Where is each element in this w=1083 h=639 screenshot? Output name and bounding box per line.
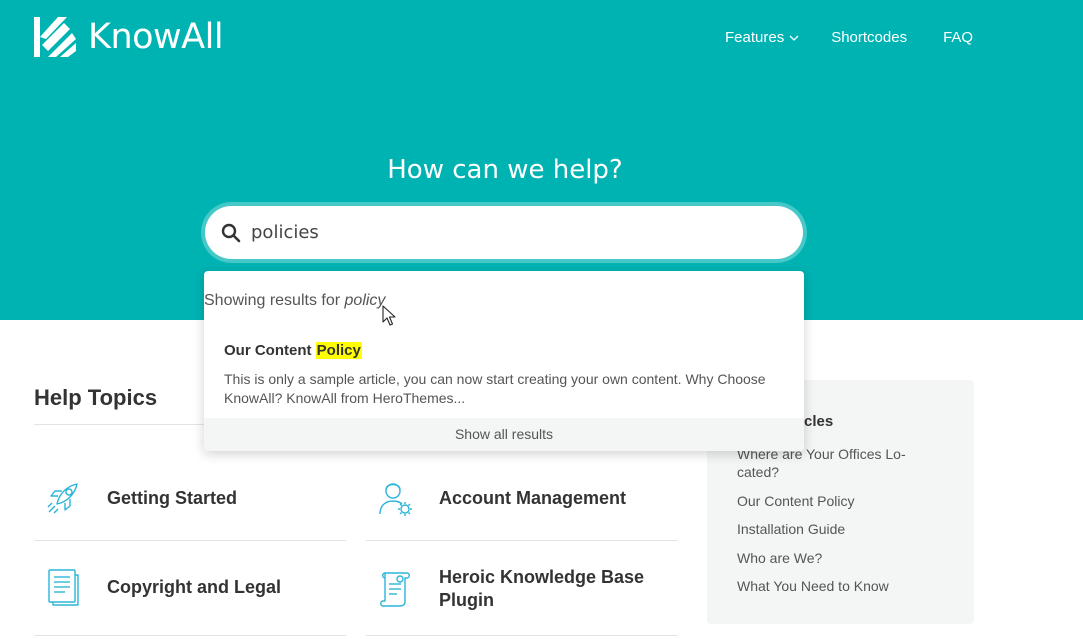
search-icon <box>221 223 241 242</box>
search-result-item[interactable]: Our Content Policy This is only a sample… <box>224 341 784 408</box>
site-logo-text: KnowAll <box>88 17 224 57</box>
sidebar-article-link[interactable]: Who are We? <box>737 549 937 567</box>
show-all-results-button[interactable]: Show all results <box>204 418 804 451</box>
topic-divider <box>366 635 678 636</box>
search-result-title: Our Content Policy <box>224 341 784 361</box>
search-results-dropdown: Showing results for policy Our Content P… <box>204 271 804 451</box>
help-topics-title: Help Topics <box>34 385 158 410</box>
results-term: policy <box>344 292 386 309</box>
search-result-excerpt: This is only a sample article, you can n… <box>224 371 766 406</box>
topic-label: Copyright and Legal <box>107 576 282 597</box>
nav-shortcodes[interactable]: Shortcodes <box>831 28 907 48</box>
topic-label: Getting Started <box>107 487 238 508</box>
search-wrapper <box>201 202 807 263</box>
hero-title: How can we help? <box>387 155 623 185</box>
topic-divider <box>34 540 346 541</box>
knowall-logo-icon <box>34 17 76 57</box>
main-nav: Features Shortcodes FAQ <box>725 28 973 48</box>
nav-shortcodes-label: Shortcodes <box>831 29 908 46</box>
sidebar-article-link[interactable]: What You Need to Know <box>737 577 937 595</box>
topic-label: Heroic Knowledge Base Plugin <box>439 567 645 610</box>
topic-account-management[interactable]: Account Management <box>366 478 678 518</box>
chevron-down-icon <box>789 35 799 41</box>
topic-getting-started[interactable]: Getting Started <box>34 478 346 518</box>
nav-features-label: Features <box>725 29 785 46</box>
topic-divider <box>366 540 678 541</box>
search-input[interactable] <box>251 212 771 253</box>
user-gear-icon <box>379 483 412 516</box>
sidebar-article-list: Where are Your Offices Lo-cated? Our Con… <box>737 445 937 606</box>
topic-label: Account Management <box>439 487 627 508</box>
site-logo[interactable]: KnowAll <box>34 17 224 57</box>
nav-features[interactable]: Features <box>725 28 799 48</box>
topic-divider <box>34 635 346 636</box>
nav-faq[interactable]: FAQ <box>943 28 973 48</box>
rocket-icon <box>47 483 78 514</box>
topic-heroic-kb-plugin[interactable]: Heroic Knowledge Base Plugin <box>366 566 678 612</box>
sidebar-article-link[interactable]: Installation Guide <box>737 520 937 538</box>
document-icon <box>48 569 79 606</box>
results-prefix: Showing results for <box>204 292 345 309</box>
mouse-pointer-icon <box>382 305 396 326</box>
scroll-icon <box>380 572 410 607</box>
search-results-header: Showing results for policy <box>204 291 385 311</box>
nav-faq-label: FAQ <box>943 29 974 46</box>
sidebar-article-link[interactable]: Our Content Policy <box>737 492 937 510</box>
search-box[interactable] <box>205 206 803 259</box>
topic-copyright-legal[interactable]: Copyright and Legal <box>34 567 346 607</box>
result-title-highlight: Policy <box>315 342 362 359</box>
result-title-text: Our Content <box>224 342 316 359</box>
